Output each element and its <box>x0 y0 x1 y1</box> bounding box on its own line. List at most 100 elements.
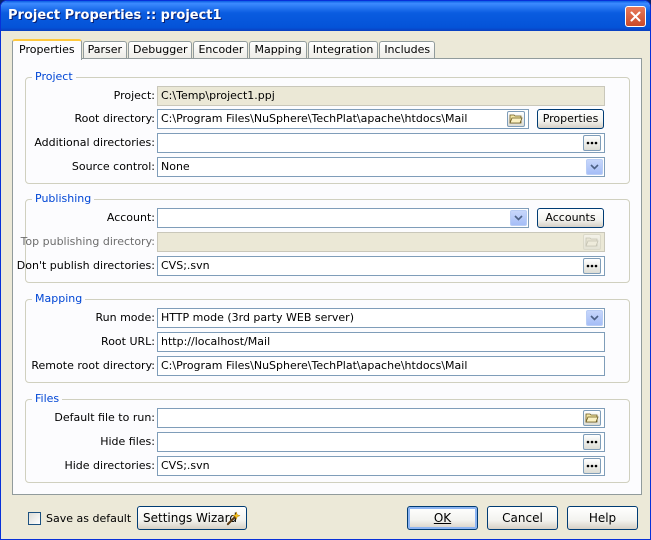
hide-files-browse-button[interactable] <box>583 434 601 450</box>
tab-encoder[interactable]: Encoder <box>193 41 249 59</box>
root-directory-label: Root directory: <box>74 112 155 125</box>
cancel-button[interactable]: Cancel <box>487 506 558 530</box>
additional-directories-browse-button[interactable] <box>583 135 601 151</box>
source-control-dropdown-button[interactable] <box>586 159 603 175</box>
tab-includes[interactable]: Includes <box>379 41 436 59</box>
default-file-label: Default file to run: <box>54 411 155 424</box>
dont-publish-value: CVS;.svn <box>161 259 210 272</box>
run-mode-dropdown-button[interactable] <box>586 310 603 326</box>
project-properties-dialog: Project Properties :: project1 Propertie… <box>0 0 651 540</box>
hide-directories-value: CVS;.svn <box>161 459 210 472</box>
remote-root-value: C:\Program Files\NuSphere\TechPlat\apach… <box>161 359 468 372</box>
settings-wizard-button[interactable]: Settings Wizard <box>137 506 247 530</box>
account-row: Account: Accounts <box>26 208 629 228</box>
hide-files-input[interactable] <box>157 432 605 452</box>
hide-files-row: Hide files: <box>26 432 629 452</box>
project-group-label: Project <box>32 71 76 83</box>
save-as-default-label[interactable]: Save as default <box>46 512 131 525</box>
mapping-group: Mapping Run mode: HTTP mode (3rd party W… <box>25 293 630 383</box>
root-directory-row: Root directory: C:\Program Files\NuSpher… <box>26 109 629 129</box>
remote-root-label: Remote root directory: <box>31 359 155 372</box>
help-label: Help <box>588 511 617 525</box>
publishing-group: Publishing Account: Accounts Top publish… <box>17 193 630 283</box>
folder-open-icon <box>509 114 523 124</box>
save-as-default-checkbox[interactable] <box>28 512 41 525</box>
chevron-down-icon <box>590 164 599 170</box>
root-url-row: Root URL: http://localhost/Mail <box>26 332 629 352</box>
chevron-down-icon <box>514 215 523 221</box>
project-group: Project Project: C:\Temp\project1.ppj Ro… <box>25 71 630 184</box>
publishing-group-label: Publishing <box>32 193 95 205</box>
accounts-button[interactable]: Accounts <box>537 208 604 228</box>
source-control-value: None <box>161 160 190 173</box>
root-url-input[interactable]: http://localhost/Mail <box>157 332 605 352</box>
help-button[interactable]: Help <box>567 506 638 530</box>
tab-strip: Properties Parser Debugger Encoder Mappi… <box>12 39 436 60</box>
root-url-value: http://localhost/Mail <box>161 335 271 348</box>
ellipsis-icon <box>586 464 598 468</box>
additional-directories-input[interactable] <box>157 133 605 153</box>
files-group: Files Default file to run: Hide files: H… <box>25 393 630 483</box>
close-button[interactable] <box>625 6 646 27</box>
ellipsis-icon <box>586 264 598 268</box>
mapping-group-label: Mapping <box>32 293 86 305</box>
hide-directories-label: Hide directories: <box>64 459 155 472</box>
source-control-select[interactable]: None <box>157 157 605 177</box>
properties-button[interactable]: Properties <box>537 109 604 129</box>
top-publishing-row: Top publishing directory: <box>21 232 629 252</box>
hide-files-label: Hide files: <box>100 435 155 448</box>
tab-integration[interactable]: Integration <box>307 41 379 59</box>
folder-open-icon <box>585 413 599 423</box>
hide-directories-row: Hide directories: CVS;.svn <box>26 456 629 476</box>
project-label: Project: <box>113 89 155 102</box>
ellipsis-icon <box>586 141 598 145</box>
source-control-label: Source control: <box>71 160 155 173</box>
folder-open-icon <box>585 237 599 247</box>
top-publishing-label: Top publishing directory: <box>20 235 155 248</box>
tab-parser[interactable]: Parser <box>82 41 128 59</box>
window-title: Project Properties :: project1 <box>8 8 222 23</box>
dont-publish-browse-button[interactable] <box>583 258 601 274</box>
settings-wizard-label: Settings Wizard <box>143 511 237 525</box>
ellipsis-icon <box>586 440 598 444</box>
root-directory-input[interactable]: C:\Program Files\NuSphere\TechPlat\apach… <box>157 109 529 129</box>
root-url-label: Root URL: <box>101 335 155 348</box>
default-file-row: Default file to run: <box>26 408 629 428</box>
dont-publish-input[interactable]: CVS;.svn <box>157 256 605 276</box>
ok-label: OK <box>433 511 452 525</box>
ok-button[interactable]: OK <box>407 506 478 530</box>
top-publishing-browse-button <box>583 234 601 250</box>
hide-directories-input[interactable]: CVS;.svn <box>157 456 605 476</box>
browse-root-button[interactable] <box>507 111 525 127</box>
top-publishing-input <box>157 232 605 252</box>
run-mode-row: Run mode: HTTP mode (3rd party WEB serve… <box>26 308 629 328</box>
additional-directories-label: Additional directories: <box>34 136 155 149</box>
account-select[interactable] <box>157 208 529 228</box>
remote-root-input[interactable]: C:\Program Files\NuSphere\TechPlat\apach… <box>157 356 605 376</box>
account-dropdown-button[interactable] <box>510 210 527 226</box>
close-icon <box>630 11 641 22</box>
account-label: Account: <box>106 211 155 224</box>
title-bar[interactable]: Project Properties :: project1 <box>1 1 650 31</box>
run-mode-value: HTTP mode (3rd party WEB server) <box>161 311 354 324</box>
dont-publish-label: Don't publish directories: <box>16 259 155 272</box>
chevron-down-icon <box>590 315 599 321</box>
default-file-input[interactable] <box>157 408 605 428</box>
tab-debugger[interactable]: Debugger <box>128 41 193 59</box>
files-group-label: Files <box>32 393 63 405</box>
project-path-field: C:\Temp\project1.ppj <box>157 86 605 106</box>
dont-publish-row: Don't publish directories: CVS;.svn <box>17 256 629 276</box>
hide-directories-browse-button[interactable] <box>583 458 601 474</box>
default-file-browse-button[interactable] <box>583 410 601 426</box>
source-control-row: Source control: None <box>26 157 629 177</box>
cancel-label: Cancel <box>502 511 543 525</box>
run-mode-select[interactable]: HTTP mode (3rd party WEB server) <box>157 308 605 328</box>
project-row: Project: C:\Temp\project1.ppj <box>26 86 629 106</box>
additional-directories-row: Additional directories: <box>26 133 629 153</box>
tab-properties[interactable]: Properties <box>12 39 82 60</box>
properties-tab-panel: Project Project: C:\Temp\project1.ppj Ro… <box>12 58 642 495</box>
magic-wand-icon <box>226 511 241 526</box>
tab-mapping[interactable]: Mapping <box>249 41 307 59</box>
root-directory-value: C:\Program Files\NuSphere\TechPlat\apach… <box>161 112 468 125</box>
run-mode-label: Run mode: <box>95 311 156 324</box>
